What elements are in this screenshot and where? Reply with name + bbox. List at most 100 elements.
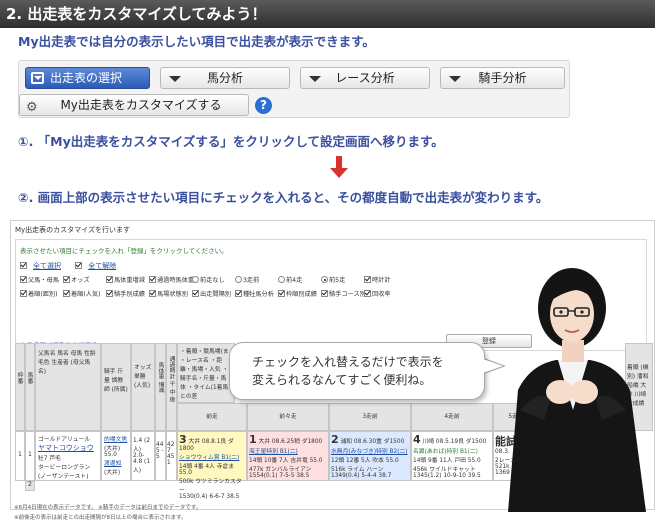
- option-row2-4[interactable]: 出走間隔別: [192, 289, 235, 298]
- option-row1-0[interactable]: 父馬・母馬: [20, 275, 63, 284]
- radio-icon[interactable]: [278, 276, 285, 283]
- header-prev4: 4走前: [411, 403, 493, 431]
- prev1-race-link[interactable]: ショウウィム賞 B1(二): [179, 452, 245, 461]
- option-row1-8[interactable]: 時計計: [364, 275, 407, 284]
- prev3-race-link[interactable]: 水無月(みなづき)特別 B2(二): [331, 446, 409, 455]
- radio-icon[interactable]: [235, 276, 242, 283]
- prev1-line4: 500k ウツミランカスター: [179, 479, 242, 494]
- option-label: 騎手コース別: [329, 291, 366, 298]
- option-label: 馬体重増減: [114, 277, 145, 284]
- cell-uma: 1: [25, 431, 35, 481]
- check-all-link[interactable]: 全て選択: [20, 262, 67, 270]
- option-row2-7[interactable]: 騎手コース別: [321, 289, 366, 298]
- prev2-line5: 1554(0.1) 7-5-5 38.5: [249, 473, 310, 479]
- prev1-rank: 3: [179, 433, 187, 446]
- option-row1-6[interactable]: 前4走: [278, 275, 321, 284]
- tab-jockey-label: 騎手分析: [478, 71, 527, 85]
- checkbox-icon[interactable]: [235, 290, 242, 297]
- option-row2-2[interactable]: 騎手別成績: [106, 289, 149, 298]
- tab-jockey-analysis[interactable]: 騎手分析: [440, 67, 565, 89]
- checkbox-icon: [75, 262, 83, 269]
- option-row2-6[interactable]: 枠順別成績: [278, 289, 321, 298]
- option-row1-7[interactable]: 前5走: [321, 275, 364, 284]
- prev1-line3: 14頭 4番 4人 寺倉ま 55.0: [179, 464, 235, 476]
- tab-entry-select[interactable]: 出走表の選択: [25, 67, 150, 89]
- cell-waku: 1: [15, 431, 25, 481]
- checkbox-icon[interactable]: [364, 290, 371, 297]
- trainer-link[interactable]: 渡邊知: [104, 458, 128, 467]
- step1-text: ①. 「My出走表をカスタマイズする」をクリックして設定画面へ移ります。: [18, 134, 444, 149]
- jockey-link[interactable]: 的場文男: [104, 434, 128, 443]
- prev2-race-link[interactable]: 海王星特別 B1(二): [249, 446, 327, 455]
- prev1-line5: 1530(0.4) 6-6-7 38.5: [179, 494, 240, 500]
- checkbox-icon[interactable]: [106, 276, 113, 283]
- prev1-line1: 大井 08.8.1良 ダ1800: [179, 439, 234, 452]
- prev4-rank: 4: [413, 433, 421, 446]
- option-label: 回収率: [372, 291, 391, 298]
- option-row2-0[interactable]: 着順(距別): [20, 289, 63, 298]
- down-arrow-icon: [330, 156, 348, 180]
- horse-sex: 牡7 芦毛: [38, 456, 61, 462]
- instruction-text: 表示させたい項目にチェックを入れ「登録」をクリックしてください。: [20, 247, 228, 255]
- prev3-line1: 浦和 08.6.30重 ダ1500: [340, 439, 405, 445]
- horse-name-link[interactable]: ヤマトコウショウ: [38, 443, 98, 453]
- jockey-affiliation: (大井): [104, 446, 121, 452]
- cell-prev4: 4 川崎 08.5.19良 ダ1500 名翼(あおば)特別 B1(二) 14頭 …: [411, 431, 493, 481]
- prev2-line4: 477k ガンバルライアン: [249, 467, 312, 473]
- header-prev2: 前々走: [247, 403, 329, 431]
- option-row2-8[interactable]: 回収率: [364, 289, 407, 298]
- prev4-line5: 1345(1.2) 10-9-10 39.5: [413, 473, 481, 479]
- radio-icon[interactable]: [192, 276, 199, 283]
- help-icon[interactable]: ?: [255, 97, 272, 114]
- prev4-race-link[interactable]: 名翼(あおば)特別 B1(二): [413, 446, 491, 455]
- option-label: 着順(人気): [71, 291, 101, 298]
- checkbox-icon[interactable]: [20, 276, 27, 283]
- header-race-info: ・着順・競馬場(ま ・レース名 ・距離・馬場・人気 ・騎手名・斤量・馬体 ・タイ…: [177, 343, 235, 403]
- option-row1-5[interactable]: 3走前: [235, 275, 278, 284]
- prev3-line3: 12頭 12番 5人 吹本 55.0: [331, 458, 399, 464]
- tab-entry-select-label: 出走表の選択: [50, 71, 123, 85]
- checkbox-icon[interactable]: [149, 276, 156, 283]
- option-label: 父馬・母馬: [28, 277, 59, 284]
- trainer-affiliation: (大井): [104, 470, 121, 476]
- checkbox-icon[interactable]: [20, 290, 27, 297]
- header-prev1: 前走: [177, 403, 247, 431]
- checkbox-icon[interactable]: [63, 276, 70, 283]
- bubble-line-2: 変えられるなんてすごく便利ね。: [252, 373, 432, 387]
- option-row2-3[interactable]: 馬場状態別: [149, 289, 192, 298]
- option-row2-5[interactable]: 種牡馬分析: [235, 289, 278, 298]
- option-row2-1[interactable]: 着順(人気): [63, 289, 106, 298]
- option-row1-4[interactable]: 前走なし: [192, 275, 235, 284]
- checkbox-icon[interactable]: [192, 290, 199, 297]
- prev2-line1: 大井 08.6.25稍 ダ1800: [258, 439, 323, 445]
- uncheck-all-link[interactable]: 全て解除: [75, 262, 122, 270]
- checkbox-icon[interactable]: [63, 290, 70, 297]
- checkbox-icon[interactable]: [106, 290, 113, 297]
- checkbox-icon[interactable]: [149, 290, 156, 297]
- checkbox-icon[interactable]: [321, 290, 328, 297]
- cell-jockey: 的場文男 (大井) 55.0 渡邊知 (大井): [101, 431, 131, 481]
- option-row1-3[interactable]: 通過時馬体重: [149, 275, 194, 284]
- prev3-line5: 1349(0.4) 5-4-4 38.7: [331, 473, 392, 479]
- checkbox-icon[interactable]: [364, 276, 371, 283]
- radio-icon[interactable]: [321, 276, 328, 283]
- cell-weight: 445 -5: [155, 431, 166, 481]
- checkbox-icon: [20, 262, 27, 269]
- sire-name: ゴールドアリュール: [38, 437, 91, 443]
- check-all-label: 全て選択: [33, 262, 61, 270]
- option-label: 馬場状態別: [157, 291, 188, 298]
- header-horse-info: 父馬名 馬名 母馬 性齢 毛色 生産者 (母父馬名): [35, 343, 101, 431]
- speech-bubble: チェックを入れ替えるだけで表示を 変えられるなんてすごく便利ね。: [229, 342, 485, 400]
- header-odds: オッズ 単勝 (人気): [131, 343, 155, 431]
- tab-horse-analysis[interactable]: 馬分析: [160, 67, 290, 89]
- checkbox-icon[interactable]: [278, 290, 285, 297]
- option-row1-2[interactable]: 馬体重増減: [106, 275, 149, 284]
- header-waku: 枠番: [15, 343, 25, 431]
- customize-label: My出走表をカスタマイズする: [60, 98, 222, 112]
- customize-button[interactable]: ⚙ My出走表をカスタマイズする: [19, 94, 249, 116]
- tab-horse-label: 馬分析: [206, 71, 243, 85]
- option-row-2: 着順(距別) 着順(人気) 騎手別成績 馬場状態別 出走間隔別 種牡馬分析 枠順別成績 騎手コ…: [20, 289, 407, 298]
- tab-race-analysis[interactable]: レース分析: [300, 67, 430, 89]
- option-row1-1[interactable]: オッズ: [63, 275, 106, 284]
- uncheck-all-label: 全て解除: [88, 262, 117, 270]
